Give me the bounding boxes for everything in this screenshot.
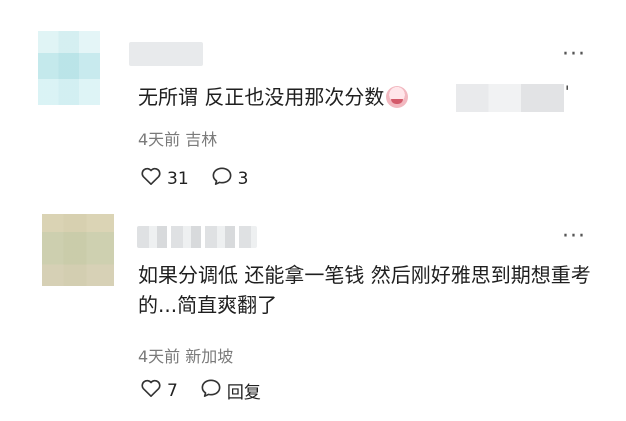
comment-item: ··· 无所谓 反正也没用那次分数 ' 4天前 吉林 31 3 — [0, 0, 626, 210]
comment-text: 无所谓 反正也没用那次分数 — [138, 82, 409, 112]
comment-meta: 4天前 吉林 — [138, 130, 218, 149]
like-count: 31 — [167, 168, 189, 189]
comment-actions: 7 回复 — [140, 378, 283, 403]
heart-outline-icon — [140, 378, 162, 403]
like-button[interactable]: 7 — [140, 378, 178, 403]
avatar[interactable] — [38, 31, 100, 105]
comment-text-body: 无所谓 反正也没用那次分数 — [138, 85, 385, 109]
username-redacted[interactable] — [129, 42, 203, 66]
comment-actions: 31 3 — [140, 166, 270, 191]
reply-count: 3 — [237, 168, 249, 189]
crying-face-emoji-icon — [386, 86, 409, 108]
speech-bubble-icon — [211, 166, 233, 191]
redacted-region — [456, 84, 564, 112]
avatar[interactable] — [42, 214, 114, 286]
trailing-mark: ' — [565, 82, 570, 101]
heart-outline-icon — [140, 166, 162, 191]
speech-bubble-icon — [200, 378, 222, 403]
more-options-icon[interactable]: ··· — [562, 44, 586, 66]
reply-button[interactable]: 3 — [211, 166, 249, 191]
like-button[interactable]: 31 — [140, 166, 189, 191]
username-redacted[interactable] — [137, 226, 257, 248]
like-count: 7 — [167, 380, 178, 401]
comment-text: 如果分调低 还能拿一笔钱 然后刚好雅思到期想重考的...简直爽翻了 — [138, 263, 591, 317]
reply-button[interactable]: 回复 — [200, 378, 261, 403]
comment-item: ··· 如果分调低 还能拿一笔钱 然后刚好雅思到期想重考的...简直爽翻了 4天… — [0, 210, 626, 421]
more-options-icon[interactable]: ··· — [562, 226, 586, 248]
comment-meta: 4天前 新加坡 — [138, 347, 234, 366]
reply-label: 回复 — [226, 383, 261, 403]
